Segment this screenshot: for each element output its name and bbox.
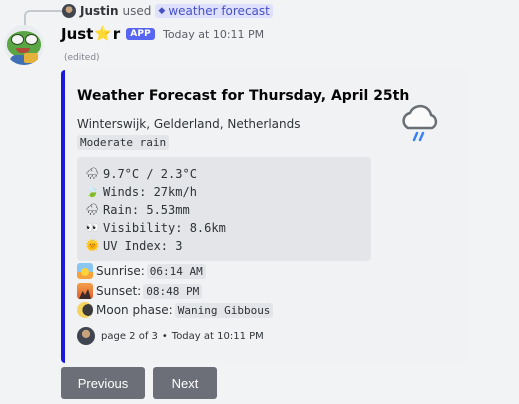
embed-condition: Moderate rain [77, 135, 170, 150]
sun-icon: 🌞 [85, 239, 100, 252]
stat-text: 9.7°C / 2.3°C [103, 167, 197, 181]
slash-command-icon: ◆ [158, 6, 166, 16]
bot-avatar[interactable] [4, 25, 44, 65]
sunset-label: Sunset: [96, 284, 142, 298]
sunset-line: Sunset: 08:48 PM [77, 282, 203, 300]
embed-footer: page 2 of 3 • Today at 10:11 PM [77, 327, 264, 345]
footer-separator: • [161, 330, 168, 342]
frog-eye [25, 34, 38, 45]
moon-phase-line: Moon phase: Waning Gibbous [77, 301, 274, 319]
bot-name-suffix[interactable]: r [113, 25, 120, 43]
bot-name-prefix[interactable]: Just [61, 25, 93, 43]
moon-icon [77, 302, 93, 318]
rain-cloud-icon: 🌧 [85, 203, 100, 216]
sunrise-label: Sunrise: [96, 264, 145, 278]
sunset-icon [77, 283, 93, 299]
footer-timestamp: Today at 10:11 PM [171, 330, 264, 342]
embed-title: Weather Forecast for Thursday, April 25t… [77, 88, 410, 104]
stat-temperature: 🌧 9.7°C / 2.3°C [85, 165, 363, 183]
reply-connector [24, 10, 62, 26]
reply-reference[interactable]: Justin used ◆ weather forecast [62, 3, 273, 19]
stat-uv-index: 🌞 UV Index: 3 [85, 237, 363, 255]
sunrise-line: Sunrise: 06:14 AM [77, 262, 206, 280]
stat-text: Rain: 5.53mm [103, 203, 190, 217]
embed-location: Winterswijk, Gelderland, Netherlands [77, 117, 301, 131]
command-name: weather forecast [168, 4, 270, 18]
command-mention[interactable]: ◆ weather forecast [155, 4, 273, 18]
footer-page-text: page 2 of 3 [101, 330, 158, 342]
stat-text: UV Index: 3 [103, 239, 183, 253]
edited-label: (edited) [64, 53, 100, 63]
message-header: Just ⭐ r APP Today at 10:11 PM [61, 24, 264, 44]
next-button[interactable]: Next [153, 367, 217, 399]
moon-label: Moon phase: [96, 303, 173, 317]
message-timestamp[interactable]: Today at 10:11 PM [163, 28, 264, 41]
sunset-value: 08:48 PM [143, 283, 203, 299]
eyes-icon: 👀 [85, 221, 100, 234]
star-icon: ⭐ [94, 26, 112, 42]
footer-avatar [77, 327, 95, 345]
stat-text: Visibility: 8.6km [103, 221, 226, 235]
stat-text: Winds: 27km/h [103, 185, 197, 199]
leaf-wind-icon: 🍃 [85, 185, 100, 198]
stat-rain: 🌧 Rain: 5.53mm [85, 201, 363, 219]
stat-visibility: 👀 Visibility: 8.6km [85, 219, 363, 237]
rain-cloud-icon[interactable] [395, 98, 445, 148]
app-badge: APP [126, 28, 155, 40]
frog-accent [24, 53, 38, 63]
weather-stats-codeblock: 🌧 9.7°C / 2.3°C 🍃 Winds: 27km/h 🌧 Rain: … [77, 157, 371, 261]
sunrise-value: 06:14 AM [146, 263, 206, 279]
stat-winds: 🍃 Winds: 27km/h [85, 183, 363, 201]
moon-value: Waning Gibbous [174, 302, 274, 318]
rain-cloud-icon: 🌧 [85, 167, 100, 180]
previous-button[interactable]: Previous [61, 367, 145, 399]
reply-username[interactable]: Justin [80, 4, 119, 18]
weather-embed: Weather Forecast for Thursday, April 25t… [61, 70, 467, 363]
frog-eye [11, 34, 24, 45]
reply-used-text: used [122, 4, 152, 18]
reply-avatar[interactable] [62, 4, 76, 18]
sunrise-icon [77, 263, 93, 279]
